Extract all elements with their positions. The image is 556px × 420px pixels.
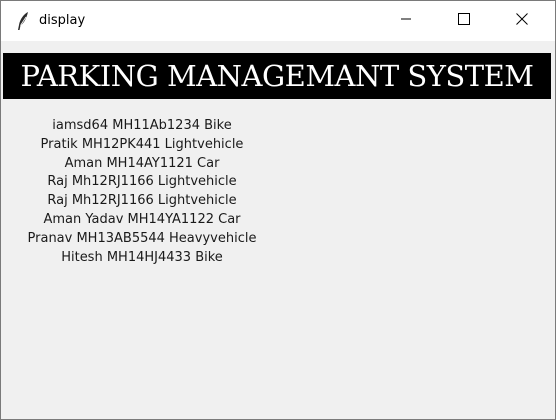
- vehicle-record: Aman Yadav MH14YA1122 Car: [43, 211, 241, 227]
- vehicle-record: Raj Mh12RJ1166 Lightvehicle: [47, 174, 237, 190]
- app-window: display PARKING MANAGEMANT SYSTEM iamsd6…: [0, 0, 556, 420]
- vehicle-record: Pranav MH13AB5544 Heavyvehicle: [27, 230, 257, 246]
- vehicle-record: Raj Mh12RJ1166 Lightvehicle: [47, 193, 237, 209]
- vehicle-record-list: iamsd64 MH11Ab1234 Bike Pratik MH12PK441…: [1, 117, 283, 267]
- vehicle-record: Aman MH14AY1121 Car: [64, 155, 220, 171]
- close-icon: [516, 12, 528, 30]
- title-bar[interactable]: display: [1, 1, 555, 41]
- vehicle-record: Hitesh MH14HJ4433 Bike: [61, 249, 223, 265]
- minimize-icon: [400, 12, 412, 30]
- vehicle-record: Pratik MH12PK441 Lightvehicle: [40, 136, 244, 152]
- window-content: PARKING MANAGEMANT SYSTEM iamsd64 MH11Ab…: [1, 41, 555, 419]
- window-title: display: [39, 13, 86, 28]
- feather-icon: [15, 11, 31, 31]
- vehicle-record: iamsd64 MH11Ab1234 Bike: [52, 118, 232, 133]
- maximize-icon: [458, 12, 470, 30]
- minimize-button[interactable]: [377, 1, 435, 41]
- page-title: PARKING MANAGEMANT SYSTEM: [3, 53, 551, 99]
- close-button[interactable]: [493, 1, 551, 41]
- maximize-button[interactable]: [435, 1, 493, 41]
